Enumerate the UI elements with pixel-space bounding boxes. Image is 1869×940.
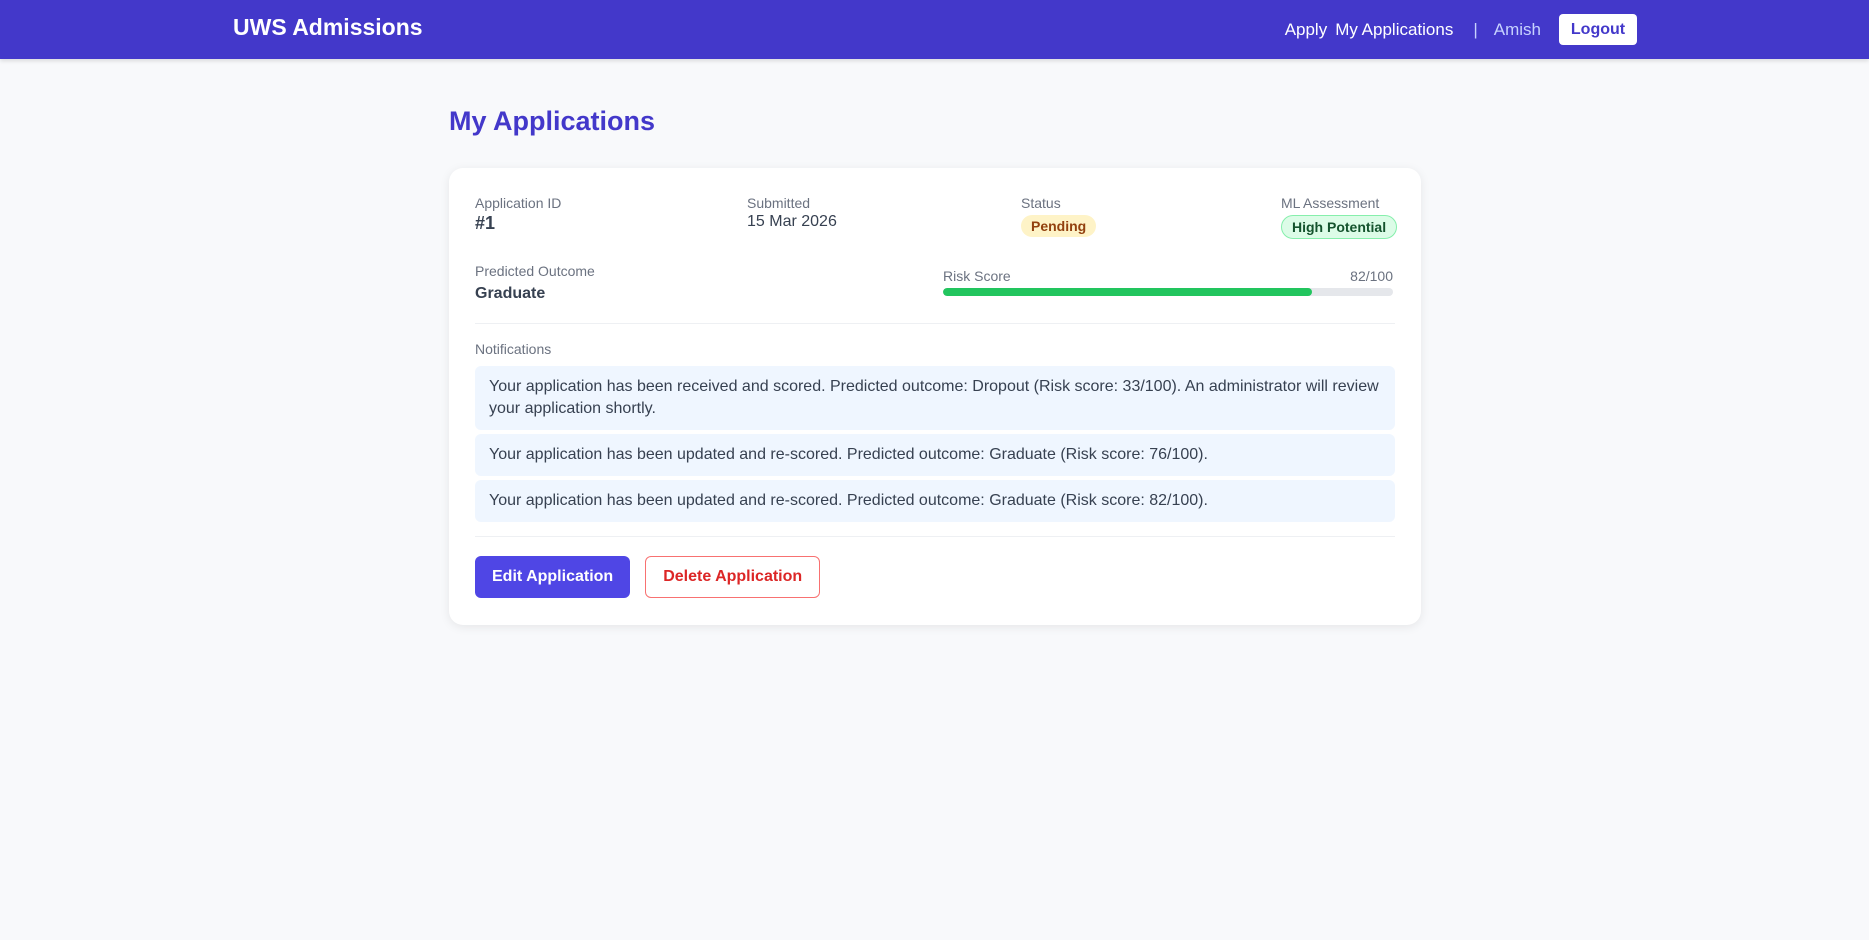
application-card: Application ID #1 Submitted 15 Mar 2026 … [449,168,1421,625]
notification-item: Your application has been received and s… [475,366,1395,430]
submitted-value: 15 Mar 2026 [747,213,837,230]
divider [475,323,1395,324]
page-title: My Applications [449,106,656,136]
ml-assessment-label: ML Assessment [1281,195,1380,211]
risk-score-bar [943,288,1393,296]
notifications-label: Notifications [475,341,552,357]
application-id-value: #1 [475,213,496,233]
submitted-field: Submitted 15 Mar 2026 [747,195,837,231]
application-id-field: Application ID #1 [475,195,561,234]
risk-score-label: Risk Score [943,268,1011,284]
status-badge: Pending [1021,215,1097,237]
risk-score: Risk Score 82/100 [943,268,1393,296]
ml-assessment-field: ML Assessment High Potential [1281,195,1398,239]
application-id-label: Application ID [475,195,562,211]
nav-separator: | [1473,19,1478,39]
status-field: Status Pending [1021,195,1097,237]
nav-link-my-applications[interactable]: My Applications [1335,20,1453,40]
predicted-outcome-field: Predicted Outcome Graduate [475,263,595,303]
submitted-label: Submitted [747,195,811,211]
notification-item: Your application has been updated and re… [475,434,1395,476]
application-actions: Edit Application Delete Application [475,556,821,598]
notifications-list: Your application has been received and s… [475,366,1395,526]
nav-right: Apply My Applications | Amish Logout [1285,14,1637,45]
top-navbar: UWS Admissions Apply My Applications | A… [0,0,1869,59]
logout-button[interactable]: Logout [1559,14,1637,45]
risk-score-bar-fill [943,288,1312,296]
brand-logo[interactable]: UWS Admissions [233,14,423,41]
status-label: Status [1021,195,1061,211]
edit-application-button[interactable]: Edit Application [475,556,631,598]
delete-application-button[interactable]: Delete Application [645,556,821,598]
nav-link-apply[interactable]: Apply [1285,20,1328,40]
nav-username: Amish [1493,19,1541,39]
divider [475,536,1395,537]
predicted-outcome-value: Graduate [475,285,546,302]
notification-item: Your application has been updated and re… [475,480,1395,522]
ml-assessment-badge: High Potential [1281,215,1398,239]
risk-score-value: 82/100 [1350,268,1393,284]
predicted-outcome-label: Predicted Outcome [475,263,595,279]
